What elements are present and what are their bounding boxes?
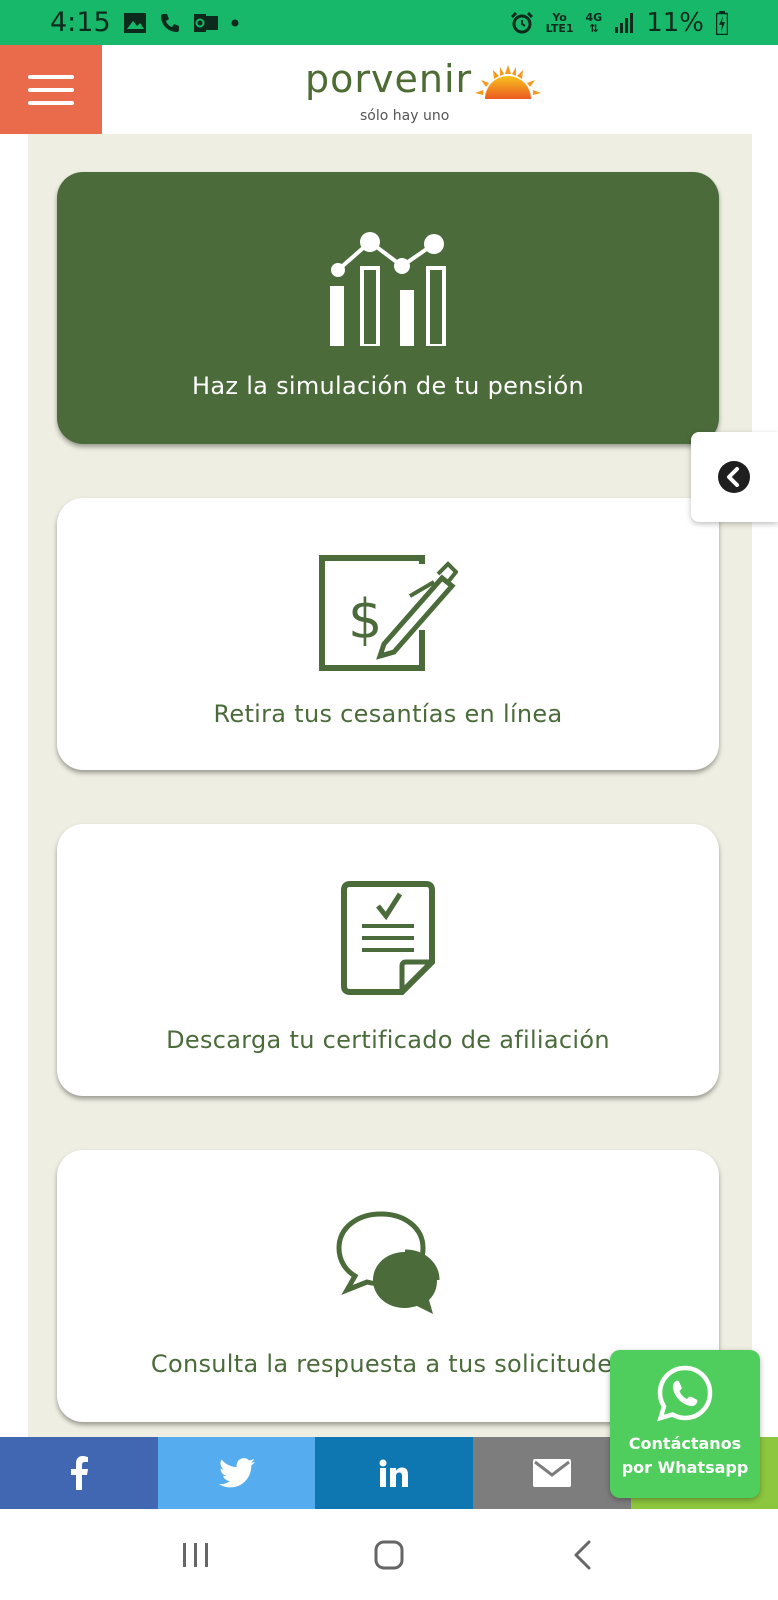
document-pen-icon: $ bbox=[319, 555, 458, 671]
network-type: 4G bbox=[585, 10, 603, 24]
gallery-icon bbox=[123, 12, 147, 34]
alarm-icon bbox=[510, 11, 534, 35]
email-icon bbox=[533, 1459, 571, 1487]
battery-charging-icon bbox=[716, 10, 728, 35]
phone-icon bbox=[159, 12, 181, 34]
app-header: porvenir sólo hay uno bbox=[0, 45, 778, 134]
logo-wordmark: porvenir bbox=[305, 57, 473, 101]
card-label: Descarga tu certificado de afiliación bbox=[166, 1026, 610, 1054]
status-bar-right: Yo LTE1 4G ⇅ 11% bbox=[510, 8, 728, 38]
card-label: Haz la simulación de tu pensión bbox=[192, 372, 584, 400]
notification-dot-icon bbox=[231, 19, 239, 27]
status-time: 4:15 bbox=[50, 7, 111, 38]
sun-logo-icon bbox=[475, 65, 541, 99]
signal-icon bbox=[614, 12, 634, 34]
linkedin-icon bbox=[379, 1459, 408, 1487]
network-indicator: 4G ⇅ bbox=[585, 10, 603, 35]
main-content: Haz la simulación de tu pensión $ Retira… bbox=[28, 134, 752, 1439]
download-certificate-card[interactable]: Descarga tu certificado de afiliación bbox=[57, 824, 719, 1096]
outlook-icon bbox=[193, 12, 219, 34]
logo-tagline: sólo hay uno bbox=[360, 108, 450, 124]
whatsapp-contact-button[interactable]: Contáctanos por Whatsapp bbox=[610, 1350, 760, 1498]
back-button[interactable] bbox=[542, 1525, 622, 1585]
chevron-left-circle-icon bbox=[718, 461, 750, 493]
simulate-pension-card[interactable]: Haz la simulación de tu pensión bbox=[57, 172, 719, 444]
hamburger-menu-icon[interactable] bbox=[0, 45, 102, 134]
recents-icon bbox=[183, 1542, 209, 1567]
twitter-share-button[interactable] bbox=[158, 1437, 315, 1509]
porvenir-logo[interactable]: porvenir sólo hay uno bbox=[305, 57, 545, 127]
status-bar-left: 4:15 bbox=[50, 7, 239, 38]
whatsapp-label-line1: Contáctanos bbox=[628, 1434, 742, 1453]
certificate-icon bbox=[341, 881, 435, 995]
chart-icon bbox=[330, 232, 446, 346]
home-button[interactable] bbox=[349, 1525, 429, 1585]
whatsapp-icon bbox=[657, 1365, 713, 1422]
card-label: Retira tus cesantías en línea bbox=[213, 700, 563, 728]
home-icon bbox=[374, 1540, 404, 1569]
carrier-indicator: Yo LTE1 bbox=[546, 12, 574, 34]
facebook-icon bbox=[71, 1456, 88, 1490]
recents-button[interactable] bbox=[156, 1525, 236, 1585]
facebook-share-button[interactable] bbox=[0, 1437, 158, 1509]
svg-text:$: $ bbox=[348, 588, 382, 651]
chat-bubbles-icon bbox=[336, 1211, 440, 1314]
twitter-icon bbox=[218, 1458, 255, 1488]
system-nav-bar bbox=[0, 1509, 778, 1600]
whatsapp-label-line2: por Whatsapp bbox=[621, 1458, 749, 1477]
side-panel-toggle[interactable] bbox=[691, 432, 778, 522]
withdraw-severance-card[interactable]: $ Retira tus cesantías en línea bbox=[57, 498, 719, 770]
back-icon bbox=[574, 1540, 591, 1569]
carrier-bottom: LTE1 bbox=[545, 21, 574, 35]
linkedin-share-button[interactable] bbox=[315, 1437, 473, 1509]
whatsapp-label: Contáctanos por Whatsapp bbox=[610, 1432, 760, 1480]
email-share-button[interactable] bbox=[473, 1437, 631, 1509]
status-bar: 4:15 Yo LTE1 4G ⇅ 11% bbox=[0, 0, 778, 45]
battery-percent: 11% bbox=[646, 7, 704, 38]
